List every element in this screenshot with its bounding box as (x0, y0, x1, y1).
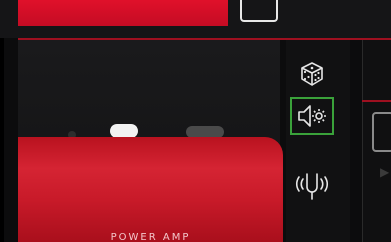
amp-editor-view: POWER AMP ▶ (0, 0, 391, 242)
header-toggle-button[interactable] (240, 0, 278, 22)
power-amp-module[interactable] (18, 137, 283, 242)
speaker-settings-button[interactable] (290, 97, 334, 135)
dice-icon (301, 62, 323, 86)
amp-knob[interactable] (110, 124, 138, 138)
speaker-gear-icon (298, 105, 326, 127)
right-panel-divider (362, 100, 391, 102)
wireless-pedal-button[interactable] (290, 167, 334, 205)
randomize-button[interactable] (290, 55, 334, 93)
top-header (0, 0, 391, 38)
power-amp-label: POWER AMP (110, 232, 191, 242)
play-arrow-icon[interactable]: ▶ (380, 165, 389, 179)
pedal-wireless-icon (295, 173, 329, 200)
header-red-strip (18, 0, 228, 26)
right-panel-slot[interactable] (372, 112, 391, 152)
